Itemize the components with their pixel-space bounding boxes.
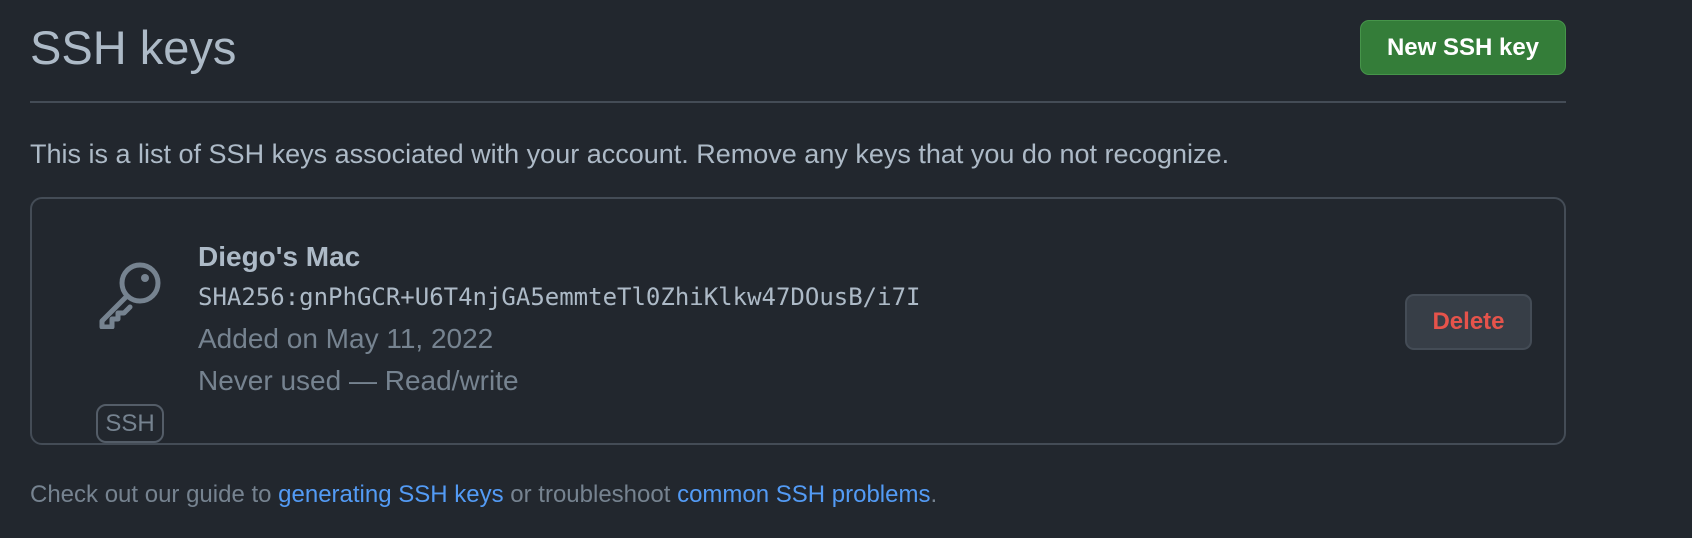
ssh-type-badge: SSH	[96, 404, 164, 443]
ssh-help-footer: Check out our guide to generating SSH ke…	[30, 479, 937, 511]
ssh-keys-description: This is a list of SSH keys associated wi…	[30, 139, 1230, 169]
key-icon	[99, 262, 161, 329]
key-fingerprint: SHA256:gnPhGCR+U6T4njGA5emmteTl0ZhiKlkw4…	[198, 283, 921, 311]
ssh-keys-page: SSH keys New SSH key This is a list of S…	[30, 0, 1566, 508]
key-name: Diego's Mac	[198, 241, 361, 272]
key-added-date: Added on May 11, 2022	[198, 323, 494, 354]
footer-middle-text: or troubleshoot	[503, 481, 678, 508]
new-ssh-key-button[interactable]: New SSH key	[1360, 20, 1566, 75]
generating-ssh-keys-link[interactable]: generating SSH keys	[278, 481, 503, 508]
key-details: Diego's Mac SHA256:gnPhGCR+U6T4njGA5emmt…	[198, 239, 920, 399]
delete-key-button[interactable]: Delete	[1405, 294, 1532, 350]
page-title: SSH keys	[30, 21, 237, 74]
page-header: SSH keys New SSH key	[30, 0, 1566, 103]
footer-prefix-text: Check out our guide to	[30, 481, 279, 508]
ssh-key-list-item: SSH Diego's Mac SHA256:gnPhGCR+U6T4njGA5…	[30, 197, 1566, 445]
footer-suffix-text: .	[930, 481, 938, 508]
key-icon-group: SSH	[96, 261, 166, 443]
key-usage-status: Never used — Read/write	[198, 365, 519, 396]
common-ssh-problems-link[interactable]: common SSH problems	[677, 481, 930, 508]
